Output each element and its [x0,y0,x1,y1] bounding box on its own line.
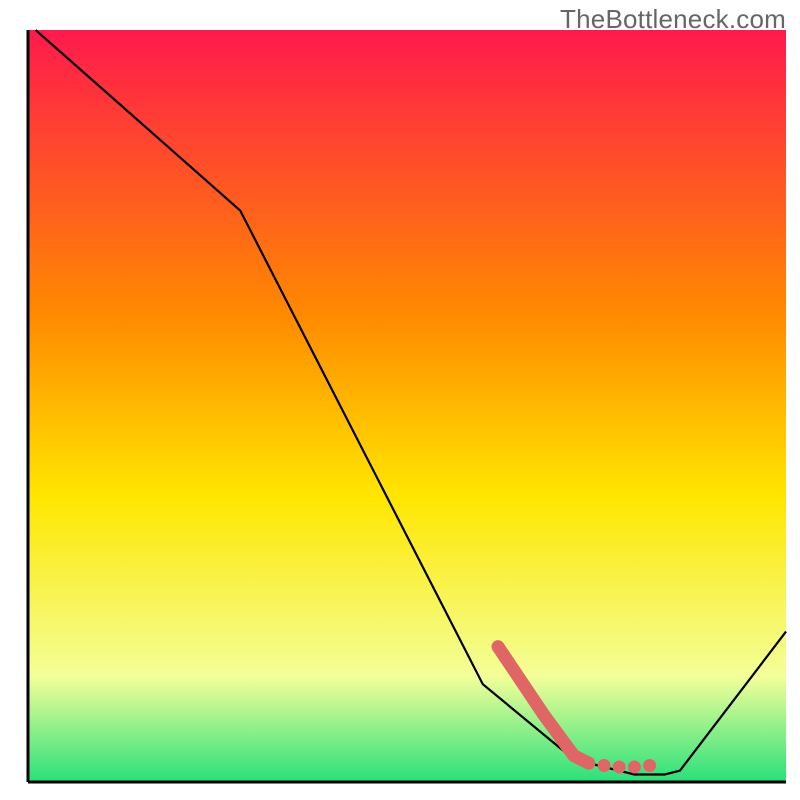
plot-background [28,30,786,782]
bottleneck-chart: TheBottleneck.com [0,0,800,800]
chart-svg [0,0,800,800]
watermark-text: TheBottleneck.com [560,4,786,35]
